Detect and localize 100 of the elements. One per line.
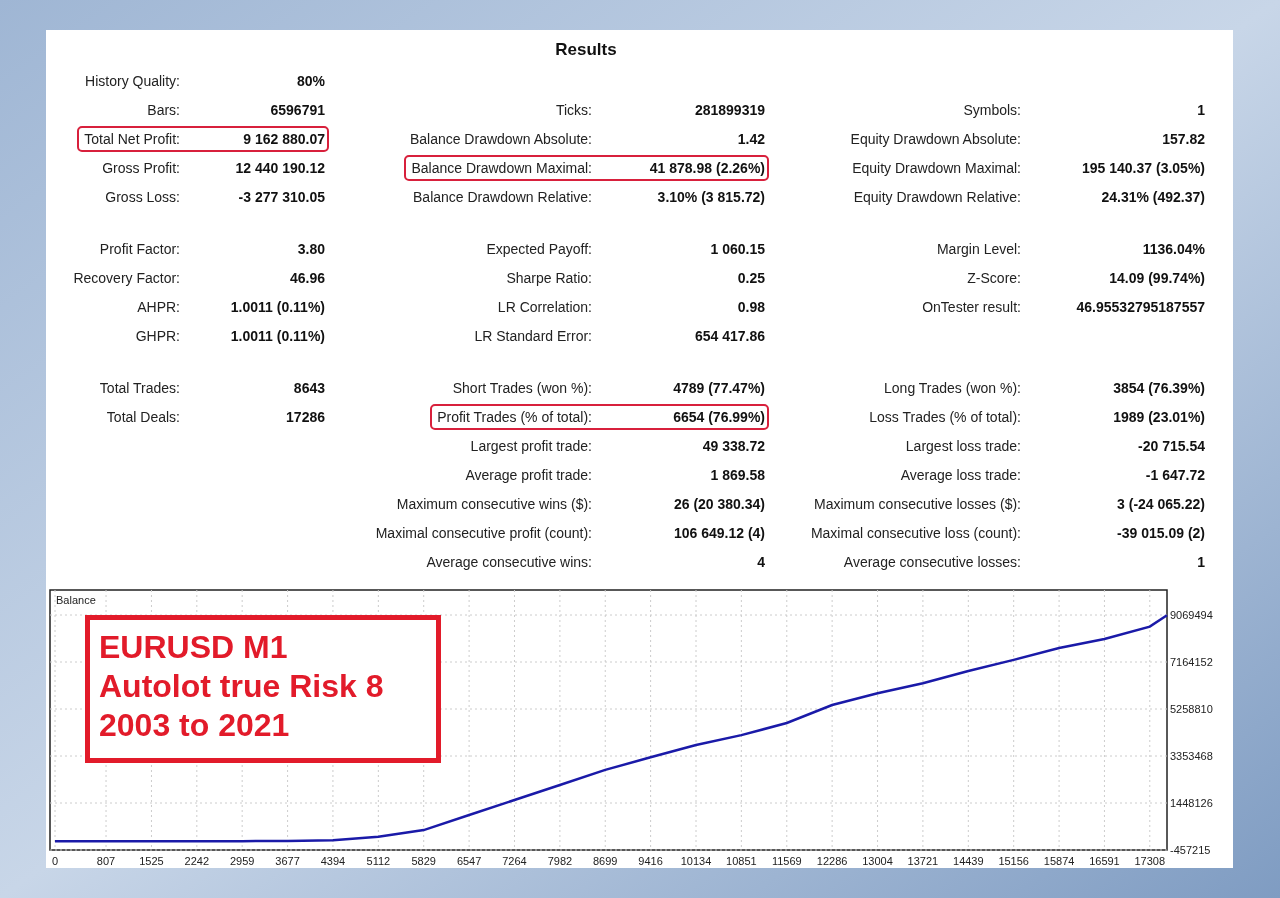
stat-value: 12 440 190.12 [234, 158, 325, 178]
stat-value: 1.0011 (0.11%) [229, 326, 325, 346]
x-tick-label: 16591 [1089, 854, 1120, 867]
y-tick-label: 9069494 [1170, 608, 1213, 621]
annotation-text: 2003 to 2021 [99, 705, 291, 745]
annotation-text: Autolot true Risk 8 [99, 666, 385, 706]
stat-value: 17286 [285, 407, 325, 427]
x-tick-label: 807 [96, 854, 116, 867]
stat-label: Balance Drawdown Absolute: [409, 129, 592, 149]
stat-value: 8643 [292, 378, 325, 398]
stat-value: 3.80 [296, 239, 325, 259]
stat-label: Equity Drawdown Maximal: [852, 158, 1021, 178]
stat-label: Largest profit trade: [470, 436, 592, 456]
stat-value: -1 647.72 [1144, 465, 1205, 485]
stat-value: 4789 (77.47%) [672, 378, 765, 398]
stat-value: 41 878.98 (2.26%) [648, 158, 765, 178]
stat-label: Maximum consecutive losses ($): [814, 494, 1021, 514]
y-tick-label: 5258810 [1170, 702, 1213, 715]
stat-label: Gross Profit: [102, 158, 180, 178]
stat-label: Recovery Factor: [73, 268, 180, 288]
stat-value: 24.31% (492.37) [1100, 187, 1205, 207]
x-tick-label: 4394 [320, 854, 346, 867]
stat-value: 46.96 [288, 268, 325, 288]
stat-value: 80% [295, 71, 325, 91]
stat-label: Z-Score: [967, 268, 1021, 288]
x-tick-label: 13004 [862, 854, 893, 867]
stat-label: Gross Loss: [105, 187, 180, 207]
stat-label: Average profit trade: [465, 465, 592, 485]
stat-value: 3854 (76.39%) [1112, 378, 1205, 398]
stat-value: 0.25 [736, 268, 765, 288]
stat-value: 6596791 [269, 100, 325, 120]
stat-value: 14.09 (99.74%) [1108, 268, 1205, 288]
stat-value: 46.95532795187557 [1075, 297, 1205, 317]
x-tick-label: 9416 [638, 854, 663, 867]
x-tick-label: 10134 [680, 854, 712, 867]
x-tick-label: 1525 [139, 854, 164, 867]
x-tick-label: 5829 [411, 854, 436, 867]
stat-value: 1 [1196, 552, 1205, 572]
text: Balance [56, 593, 96, 606]
stat-value: 1.42 [736, 129, 765, 149]
x-tick-label: 6547 [456, 854, 482, 867]
stat-value: 1 [1196, 100, 1205, 120]
x-tick-label: 10851 [726, 854, 757, 867]
stat-value: 1.0011 (0.11%) [229, 297, 325, 317]
stat-label: Ticks: [555, 100, 592, 120]
stat-label: Expected Payoff: [486, 239, 592, 259]
stat-label: Symbols: [963, 100, 1021, 120]
y-tick-label: 3353468 [1170, 749, 1213, 762]
stat-label: AHPR: [137, 297, 180, 317]
stat-value: 49 338.72 [701, 436, 765, 456]
y-tick-label: 7164152 [1170, 655, 1213, 668]
stat-value: 195 140.37 (3.05%) [1081, 158, 1205, 178]
y-tick-label: -457215 [1170, 843, 1211, 856]
x-tick-label: 15874 [1043, 854, 1075, 867]
stat-label: Balance Drawdown Maximal: [411, 158, 592, 178]
stat-value: 4 [756, 552, 765, 572]
stat-label: Equity Drawdown Absolute: [850, 129, 1021, 149]
stat-label: Balance Drawdown Relative: [413, 187, 592, 207]
stat-label: Bars: [147, 100, 180, 120]
stat-value: 281899319 [693, 100, 765, 120]
stat-value: 1 869.58 [709, 465, 765, 485]
annotation-text: EURUSD M1 [99, 627, 289, 667]
x-tick-label: 17308 [1134, 854, 1166, 867]
stat-label: Short Trades (won %): [452, 378, 592, 398]
stat-value: -20 715.54 [1137, 436, 1205, 456]
stat-label: Profit Factor: [99, 239, 180, 259]
stat-label: Average loss trade: [900, 465, 1021, 485]
x-tick-label: 12286 [816, 854, 848, 867]
stat-label: OnTester result: [922, 297, 1021, 317]
stat-value: 3 (-24 065.22) [1116, 494, 1205, 514]
stat-label: LR Correlation: [497, 297, 592, 317]
stat-value: 9 162 880.07 [242, 129, 325, 149]
x-tick-label: 0 [51, 854, 59, 867]
x-tick-label: 14439 [953, 854, 984, 867]
x-tick-label: 2959 [229, 854, 255, 867]
stat-value: 26 (20 380.34) [672, 494, 765, 514]
stat-label: Largest loss trade: [905, 436, 1021, 456]
stat-label: Maximal consecutive loss (count): [810, 523, 1021, 543]
x-tick-label: 7982 [547, 854, 573, 867]
stat-value: 157.82 [1161, 129, 1205, 149]
stat-value: 1136.04% [1141, 239, 1205, 259]
stat-label: Equity Drawdown Relative: [853, 187, 1021, 207]
stat-label: Maximum consecutive wins ($): [396, 494, 592, 514]
stat-label: Total Net Profit: [84, 129, 180, 149]
x-tick-label: 15156 [998, 854, 1029, 867]
x-tick-label: 7264 [502, 854, 527, 867]
stat-label: Profit Trades (% of total): [437, 407, 592, 427]
stat-label: Total Deals: [106, 407, 180, 427]
stat-label: Long Trades (won %): [884, 378, 1021, 398]
x-tick-label: 11569 [771, 854, 802, 867]
x-tick-label: 13721 [907, 854, 939, 867]
stat-label: Maximal consecutive profit (count): [375, 523, 592, 543]
stat-label: LR Standard Error: [474, 326, 592, 346]
stat-value: -3 277 310.05 [237, 187, 325, 207]
stat-value: 654 417.86 [693, 326, 765, 346]
results-title: Results [555, 39, 617, 61]
stat-value: 1989 (23.01%) [1112, 407, 1205, 427]
stat-value: 1 060.15 [709, 239, 765, 259]
stat-label: Average consecutive losses: [843, 552, 1021, 572]
stat-label: Loss Trades (% of total): [869, 407, 1021, 427]
